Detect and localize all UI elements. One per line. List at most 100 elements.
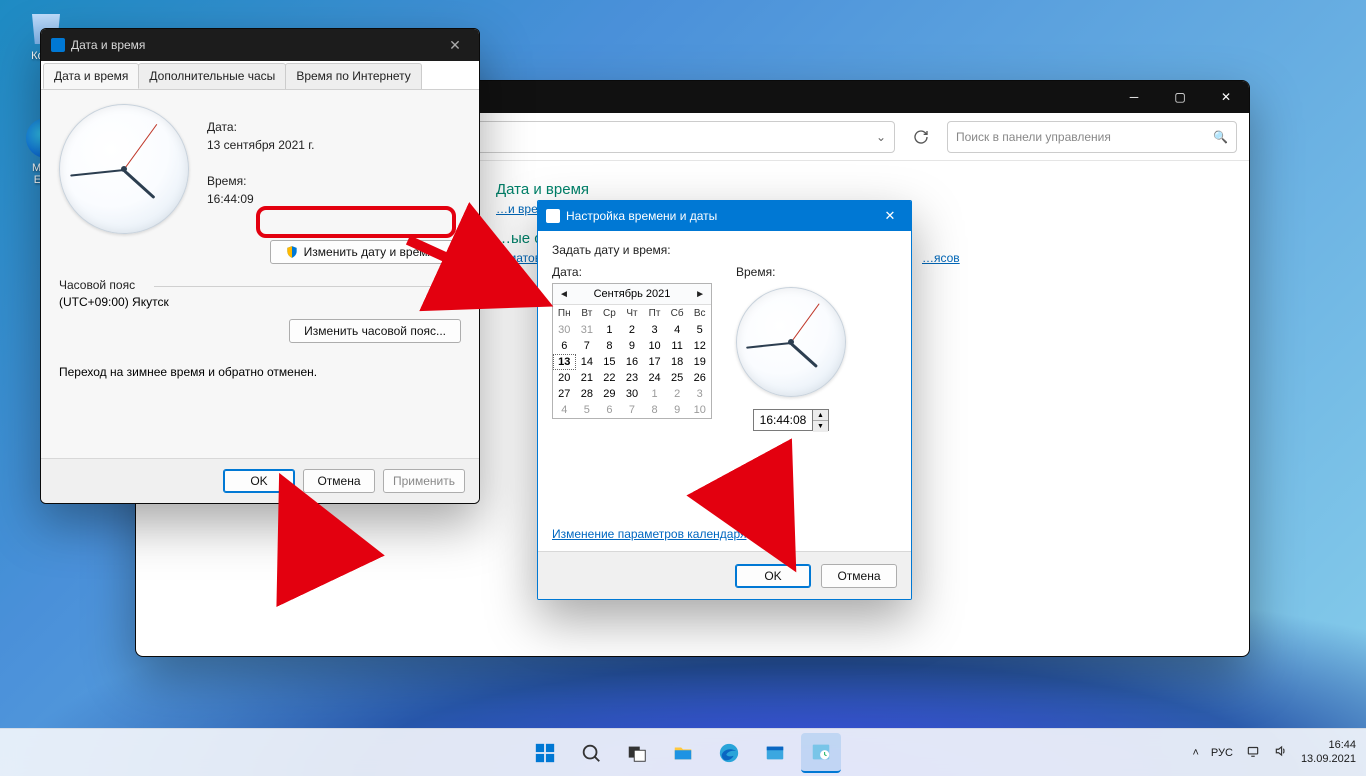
calendar-settings-link[interactable]: Изменение параметров календаря [552, 527, 747, 541]
search-input[interactable]: Поиск в панели управления 🔍 [947, 121, 1237, 153]
calendar-day[interactable]: 3 [688, 386, 711, 402]
calendar-day[interactable]: 27 [553, 386, 576, 402]
calendar-day[interactable]: 26 [688, 370, 711, 386]
start-button[interactable] [525, 733, 565, 773]
calendar-day-header: Вт [576, 305, 599, 322]
calendar-day[interactable]: 5 [576, 402, 599, 418]
cp-link-timezones[interactable]: …ясов [922, 251, 960, 265]
cancel-button[interactable]: Отмена [821, 564, 897, 588]
calendar-day[interactable]: 31 [576, 322, 599, 338]
calendar-day[interactable]: 8 [643, 402, 666, 418]
minimize-button[interactable]: ─ [1111, 81, 1157, 113]
tray-clock[interactable]: 16:44 13.09.2021 [1301, 739, 1356, 765]
timezone-heading: Часовой пояс [59, 278, 461, 292]
calendar-day[interactable]: 24 [643, 370, 666, 386]
calendar-prev-button[interactable]: ◄ [559, 289, 569, 300]
cancel-button[interactable]: Отмена [303, 469, 375, 493]
calendar-day[interactable]: 16 [621, 354, 644, 370]
calendar-day[interactable]: 29 [598, 386, 621, 402]
taskbar-taskview-button[interactable] [617, 733, 657, 773]
calendar-day-header: Вс [688, 305, 711, 322]
calendar-day[interactable]: 10 [688, 402, 711, 418]
calendar-day[interactable]: 2 [666, 386, 689, 402]
apply-button[interactable]: Применить [383, 469, 465, 493]
taskbar-file-explorer[interactable] [663, 733, 703, 773]
calendar-day[interactable]: 7 [576, 338, 599, 354]
time-label: Время: [736, 265, 775, 279]
time-label: Время: [207, 172, 315, 190]
date-value: 13 сентября 2021 г. [207, 136, 315, 154]
calendar-day[interactable]: 30 [553, 322, 576, 338]
calendar-day[interactable]: 20 [553, 370, 576, 386]
spinner-up-button[interactable]: ▲ [813, 410, 828, 421]
calendar-day[interactable]: 1 [643, 386, 666, 402]
tab-additional-clocks[interactable]: Дополнительные часы [138, 63, 286, 89]
ok-button[interactable]: OK [223, 469, 295, 493]
calendar-day[interactable]: 6 [553, 338, 576, 354]
calendar-day[interactable]: 22 [598, 370, 621, 386]
calendar-day[interactable]: 14 [576, 354, 599, 370]
calendar-day[interactable]: 17 [643, 354, 666, 370]
calendar-day[interactable]: 25 [666, 370, 689, 386]
time-input[interactable] [754, 410, 812, 430]
calendar-day[interactable]: 13 [553, 354, 576, 370]
ok-button[interactable]: OK [735, 564, 811, 588]
tray-volume-icon[interactable] [1273, 744, 1289, 761]
calendar-day[interactable]: 7 [621, 402, 644, 418]
calendar-day[interactable]: 12 [688, 338, 711, 354]
tray-language[interactable]: РУС [1211, 747, 1233, 759]
analog-clock [59, 104, 189, 234]
calendar-day[interactable]: 3 [643, 322, 666, 338]
change-timezone-button[interactable]: Изменить часовой пояс... [289, 319, 461, 343]
calendar-day[interactable]: 4 [553, 402, 576, 418]
annotation-highlight [256, 206, 456, 238]
button-label: Изменить часовой пояс... [304, 324, 446, 338]
calendar-day[interactable]: 5 [688, 322, 711, 338]
calendar-day[interactable]: 10 [643, 338, 666, 354]
time-spinner[interactable]: ▲ ▼ [753, 409, 829, 431]
refresh-button[interactable] [905, 121, 937, 153]
calendar-next-button[interactable]: ► [695, 289, 705, 300]
calendar-day[interactable]: 9 [666, 402, 689, 418]
taskbar-edge[interactable] [709, 733, 749, 773]
calendar[interactable]: ◄ Сентябрь 2021 ► ПнВтСрЧтПтСбВс30311234… [552, 283, 712, 419]
dialog-icon [51, 38, 65, 52]
taskbar-app-datetime[interactable] [801, 733, 841, 773]
dst-note: Переход на зимнее время и обратно отмене… [59, 365, 461, 379]
close-button[interactable]: ✕ [1203, 81, 1249, 113]
tray-chevron-icon[interactable]: ˄ [1192, 747, 1198, 759]
calendar-day[interactable]: 15 [598, 354, 621, 370]
calendar-day[interactable]: 6 [598, 402, 621, 418]
maximize-button[interactable]: ▢ [1157, 81, 1203, 113]
spinner-down-button[interactable]: ▼ [813, 421, 828, 432]
close-button[interactable]: ✕ [877, 208, 903, 224]
calendar-day[interactable]: 1 [598, 322, 621, 338]
calendar-day[interactable]: 23 [621, 370, 644, 386]
calendar-day[interactable]: 2 [621, 322, 644, 338]
taskbar-search-button[interactable] [571, 733, 611, 773]
calendar-day-header: Ср [598, 305, 621, 322]
calendar-day[interactable]: 4 [666, 322, 689, 338]
chevron-down-icon[interactable]: ⌄ [876, 130, 886, 144]
timezone-value: (UTC+09:00) Якутск [59, 295, 461, 309]
system-tray: ˄ РУС 16:44 13.09.2021 [1192, 729, 1356, 776]
tab-internet-time[interactable]: Время по Интернету [285, 63, 421, 89]
tab-date-time[interactable]: Дата и время [43, 63, 139, 89]
analog-clock-small [736, 287, 846, 397]
title-bar: Настройка времени и даты ✕ [538, 201, 911, 231]
close-button[interactable]: ✕ [441, 37, 469, 54]
date-label: Дата: [552, 265, 712, 279]
calendar-day[interactable]: 8 [598, 338, 621, 354]
change-date-time-button[interactable]: Изменить дату и время... [270, 240, 459, 264]
calendar-day[interactable]: 30 [621, 386, 644, 402]
dialog-footer: OK Отмена [538, 551, 911, 599]
calendar-day[interactable]: 18 [666, 354, 689, 370]
calendar-day[interactable]: 9 [621, 338, 644, 354]
calendar-day[interactable]: 11 [666, 338, 689, 354]
calendar-day[interactable]: 19 [688, 354, 711, 370]
title-bar: Дата и время ✕ [41, 29, 479, 61]
tray-network-icon[interactable] [1245, 744, 1261, 761]
calendar-day[interactable]: 21 [576, 370, 599, 386]
taskbar-app-1[interactable] [755, 733, 795, 773]
calendar-day[interactable]: 28 [576, 386, 599, 402]
